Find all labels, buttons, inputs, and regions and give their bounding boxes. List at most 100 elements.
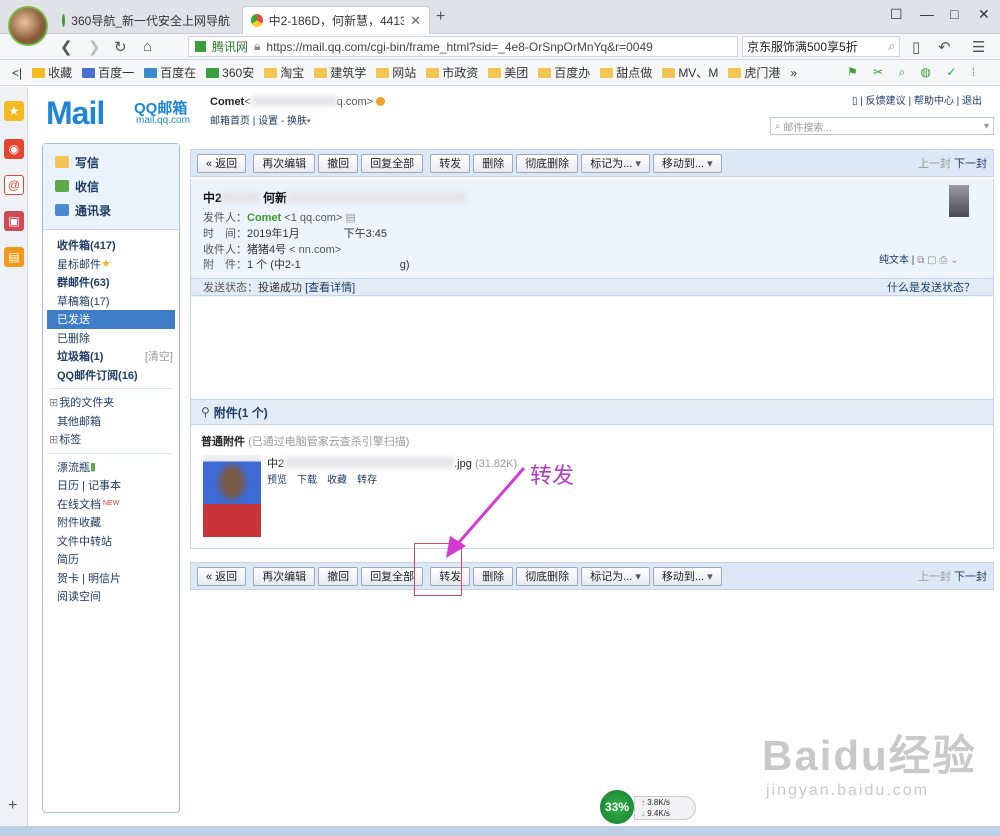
from-name[interactable]: Comet [247, 212, 281, 224]
search-icon[interactable]: ⌕ [888, 39, 895, 54]
mobile-icon[interactable]: ▯ [852, 96, 858, 107]
mail-search-input[interactable]: ⌕ 邮件搜索... ▾ [770, 117, 994, 135]
new-tab-button[interactable]: + [436, 8, 445, 26]
forward-button[interactable]: 转发 [430, 153, 471, 173]
sidebar-folder-item[interactable]: 星标邮件 ★ [43, 255, 179, 274]
bookmark-item[interactable]: 百度办 [538, 64, 590, 81]
mark-as-button[interactable]: 标记为... ▾ [581, 566, 650, 586]
move-to-button[interactable]: 移动到... ▾ [652, 153, 722, 173]
permanent-delete-button[interactable]: 彻底删除 [516, 153, 579, 173]
tab-qq-mail[interactable]: 中2-186D，何新慧，441323 ✕ [242, 6, 430, 34]
attachment-action-link[interactable]: 下载 [297, 471, 317, 486]
expand-icon[interactable]: ⊞ [49, 396, 58, 409]
bookmarks-more[interactable]: » [790, 66, 797, 80]
extension-icons[interactable]: ⚑ ✂ ⌕ ◍ ✓ ⁞ [847, 65, 981, 80]
mark-as-button[interactable]: 标记为... ▾ [581, 153, 650, 173]
bookmarks-toggle[interactable]: <| [12, 66, 22, 80]
settings-link[interactable]: 设置 [258, 116, 278, 127]
sidebar-group-item[interactable]: ⊞ 标签 [43, 430, 179, 449]
maximize-icon[interactable]: □ [950, 6, 958, 22]
attachment-action-link[interactable]: 预览 [267, 471, 287, 486]
forward-icon[interactable]: ❯ [88, 38, 101, 56]
delete-button[interactable]: 删除 [473, 153, 514, 173]
sidebar-tool-item[interactable]: 文件中转站 [43, 532, 179, 551]
add-icon[interactable]: + [8, 797, 17, 815]
phone-icon[interactable]: ▯ [912, 38, 920, 56]
url-field[interactable]: 腾讯网 🔒︎ https://mail.qq.com/cgi-bin/frame… [188, 36, 738, 57]
sender-avatar[interactable] [949, 185, 969, 217]
compose-button[interactable]: 写信 [55, 150, 179, 174]
skin-link[interactable]: 换肤 [287, 116, 307, 127]
attachment-summary[interactable]: 1 个 (中2-1 g) [247, 259, 410, 271]
sidebar-folder-item[interactable]: QQ邮件订阅(16) [43, 366, 179, 385]
bookmark-item[interactable]: MV、M [662, 64, 718, 81]
sidebar-tool-item[interactable]: 阅读空间 [43, 587, 179, 606]
sidebar-folder-item[interactable]: 垃圾箱(1) [清空] [43, 347, 179, 366]
sidebar-folder-item[interactable]: 已删除 [43, 329, 179, 348]
bookmark-item[interactable]: 百度在 [144, 64, 196, 81]
sidebar-group-item[interactable]: ⊞ 我的文件夹 [43, 393, 179, 412]
bookmark-item[interactable]: 美团 [488, 64, 528, 81]
home-icon[interactable]: ⌂ [143, 38, 152, 55]
next-mail-link[interactable]: 下一封 [954, 158, 987, 170]
sidebar-tool-item[interactable]: 漂流瓶 ▮ [43, 458, 179, 477]
file-name-prefix[interactable]: 中2 [267, 458, 284, 470]
delete-button[interactable]: 删除 [473, 566, 514, 586]
notes-icon[interactable]: ▤ [4, 247, 24, 267]
bookmark-item[interactable]: 收藏 [32, 64, 72, 81]
network-monitor[interactable]: 33% ↑ 3.8K/s ↓ 9.4K/s [598, 788, 698, 828]
reply-all-button[interactable]: 回复全部 [361, 153, 424, 173]
favorites-star-icon[interactable]: ★ [4, 101, 24, 121]
sidebar-tool-item[interactable]: 贺卡 | 明信片 [43, 569, 179, 588]
sidebar-tool-item[interactable]: 在线文档 NEW [43, 495, 179, 514]
bookmark-item[interactable]: 建筑学 [314, 64, 366, 81]
sidebar-folder-item[interactable]: 收件箱(417) [43, 236, 179, 255]
permanent-delete-button[interactable]: 彻底删除 [516, 566, 579, 586]
receive-button[interactable]: 收信 [55, 174, 179, 198]
prev-mail-link[interactable]: 上一封 [918, 158, 951, 170]
chevron-down-icon[interactable]: ▾ [984, 121, 993, 132]
expand-icon[interactable]: ⊞ [49, 433, 58, 446]
weibo-icon[interactable]: ◉ [4, 139, 24, 159]
tab-360-nav[interactable]: 360导航_新一代安全上网导航 [54, 6, 238, 34]
back-icon[interactable]: ❮ [60, 38, 73, 56]
sidebar-folder-item[interactable]: 已发送 [47, 310, 175, 329]
feedback-link[interactable]: 反馈建议 [866, 96, 906, 107]
close-tab-icon[interactable]: ✕ [410, 13, 421, 29]
move-to-button[interactable]: 移动到... ▾ [652, 566, 722, 586]
menu-icon[interactable]: ☰ [972, 38, 985, 56]
clear-spam-link[interactable]: [清空] [145, 348, 179, 364]
qq-mail-logo[interactable]: Mail QQ邮箱 mail.qq.com [46, 95, 190, 132]
sidebar-tool-item[interactable]: 简历 [43, 550, 179, 569]
sidebar-folder-item[interactable]: 草稿箱(17) [43, 292, 179, 311]
reload-icon[interactable]: ↻ [114, 38, 127, 56]
mail-home-link[interactable]: 邮箱首页 [210, 116, 250, 127]
bookmark-item[interactable]: 甜点做 [600, 64, 652, 81]
game-icon[interactable]: ▣ [4, 211, 24, 231]
attachment-action-link[interactable]: 转存 [357, 471, 377, 486]
view-icons[interactable]: ⧉ ▢ ⎙ ⌄ [917, 255, 958, 266]
browser-search-field[interactable]: 京东服饰满500享5折 ⌕ [742, 36, 900, 57]
bookmark-item[interactable]: 淘宝 [264, 64, 304, 81]
mail-at-icon[interactable]: @ [4, 175, 24, 195]
prev-mail-link[interactable]: 上一封 [918, 571, 951, 583]
contact-card-icon[interactable]: ▤ [345, 212, 355, 224]
bookmark-item[interactable]: 市政资 [426, 64, 478, 81]
logout-link[interactable]: 退出 [962, 96, 982, 107]
re-edit-button[interactable]: 再次编辑 [253, 566, 316, 586]
close-window-icon[interactable]: ✕ [978, 6, 990, 23]
plain-text-link[interactable]: 纯文本 [879, 255, 909, 266]
status-help-link[interactable]: 什么是发送状态？ [887, 279, 993, 295]
sidebar-tool-item[interactable]: 附件收藏 [43, 513, 179, 532]
to-name[interactable]: 猪猪4号 [247, 244, 286, 256]
pin-icon[interactable]: ☐ [890, 6, 903, 23]
contacts-button[interactable]: 通讯录 [55, 198, 179, 222]
minimize-icon[interactable]: — [920, 6, 934, 22]
bookmark-item[interactable]: 虎门港 [728, 64, 780, 81]
recall-button[interactable]: 撤回 [318, 153, 359, 173]
bookmark-item[interactable]: 百度一 [82, 64, 134, 81]
status-detail-link[interactable]: [查看详情] [305, 279, 355, 295]
next-mail-link[interactable]: 下一封 [954, 571, 987, 583]
sidebar-folder-item[interactable]: 群邮件(63) [43, 273, 179, 292]
user-avatar[interactable] [8, 6, 48, 46]
